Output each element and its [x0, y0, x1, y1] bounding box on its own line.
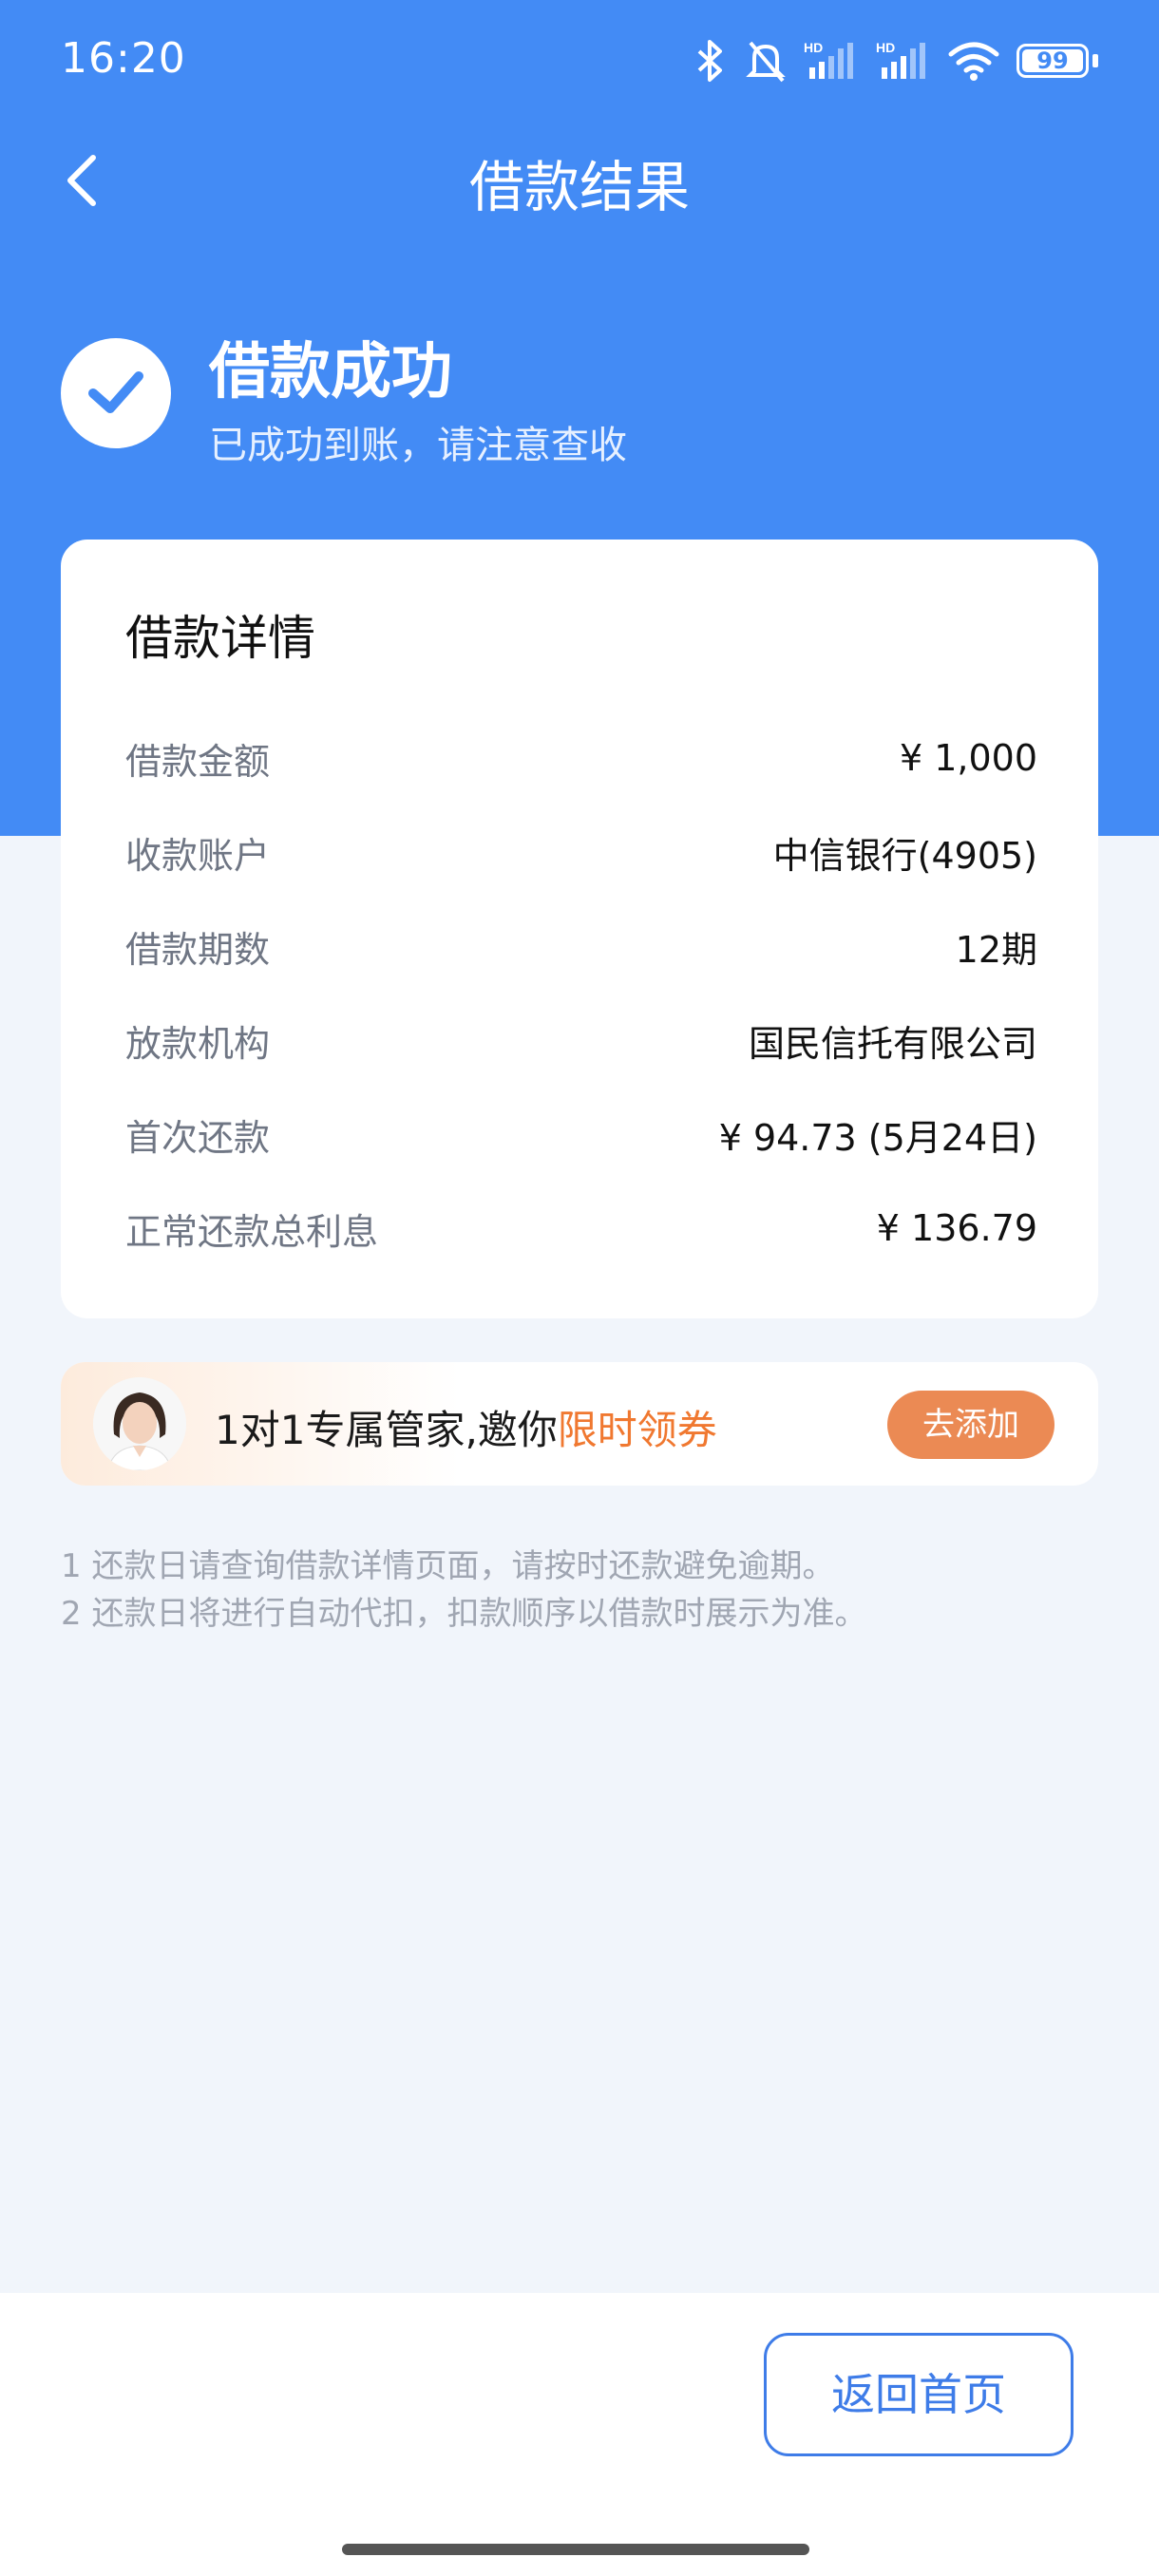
status-bar: 16:20 HD HD 99	[0, 0, 1159, 123]
details-title: 借款详情	[125, 611, 315, 666]
gesture-bar[interactable]	[342, 2544, 809, 2555]
detail-value: ¥ 94.73 (5月24日)	[718, 1116, 1037, 1159]
promo-text-main: 1对1专属管家,邀你	[215, 1407, 558, 1453]
detail-value: 中信银行(4905)	[772, 834, 1037, 877]
detail-row-amount: 借款金额 ¥ 1,000	[125, 728, 1037, 788]
return-home-button[interactable]: 返回首页	[764, 2333, 1074, 2456]
bell-muted-icon	[746, 41, 786, 83]
detail-label: 首次还款	[125, 1116, 271, 1159]
status-time: 16:20	[61, 34, 186, 83]
detail-row-lender: 放款机构 国民信托有限公司	[125, 1010, 1037, 1070]
battery-level: 99	[1036, 47, 1069, 74]
note-item: 1 还款日请查询借款详情页面，请按时还款避免逾期。	[61, 1547, 835, 1585]
detail-label: 正常还款总利息	[125, 1210, 379, 1253]
add-button[interactable]: 去添加	[887, 1391, 1054, 1459]
detail-label: 借款金额	[125, 740, 271, 783]
detail-value: 12期	[955, 928, 1037, 971]
butler-promo-banner[interactable]: 1对1专属管家,邀你限时领券 去添加	[61, 1362, 1098, 1486]
status-icons: HD HD 99	[694, 34, 1098, 87]
result-title: 借款成功	[209, 337, 452, 407]
promo-highlight: 限时领券	[557, 1407, 717, 1453]
detail-label: 放款机构	[125, 1022, 271, 1065]
svg-text:HD: HD	[876, 40, 895, 55]
detail-value: ¥ 1,000	[899, 737, 1037, 779]
success-check-icon	[61, 338, 171, 448]
bluetooth-icon	[697, 40, 722, 82]
detail-label: 借款期数	[125, 928, 271, 971]
signal-hd-icon-2: HD	[876, 40, 925, 79]
page-title: 借款结果	[468, 155, 690, 219]
detail-label: 收款账户	[125, 834, 271, 877]
battery-cap	[1092, 54, 1098, 67]
detail-row-terms: 借款期数 12期	[125, 916, 1037, 976]
nav-bar: 借款结果	[0, 133, 1159, 228]
signal-hd-icon: HD	[804, 40, 853, 79]
result-subtitle: 已成功到账，请注意查收	[209, 424, 627, 467]
note-item: 2 还款日将进行自动代扣，扣款顺序以借款时展示为准。	[61, 1595, 867, 1633]
promo-text: 1对1专属管家,邀你限时领券	[215, 1398, 717, 1456]
bottom-bar: 返回首页	[0, 2293, 1159, 2576]
loan-details-card: 借款详情 借款金额 ¥ 1,000 收款账户 中信银行(4905) 借款期数 1…	[61, 540, 1098, 1318]
battery-icon: 99	[1016, 44, 1089, 78]
butler-avatar	[93, 1377, 186, 1470]
detail-value: ¥ 136.79	[876, 1207, 1037, 1249]
detail-value: 国民信托有限公司	[748, 1022, 1037, 1065]
detail-row-first-payment: 首次还款 ¥ 94.73 (5月24日)	[125, 1104, 1037, 1165]
wifi-icon	[948, 42, 999, 81]
svg-text:HD: HD	[804, 40, 823, 55]
detail-row-interest: 正常还款总利息 ¥ 136.79	[125, 1198, 1037, 1259]
repayment-notes: 1 还款日请查询借款详情页面，请按时还款避免逾期。 2 还款日将进行自动代扣，扣…	[61, 1543, 866, 1638]
detail-row-account: 收款账户 中信银行(4905)	[125, 822, 1037, 882]
